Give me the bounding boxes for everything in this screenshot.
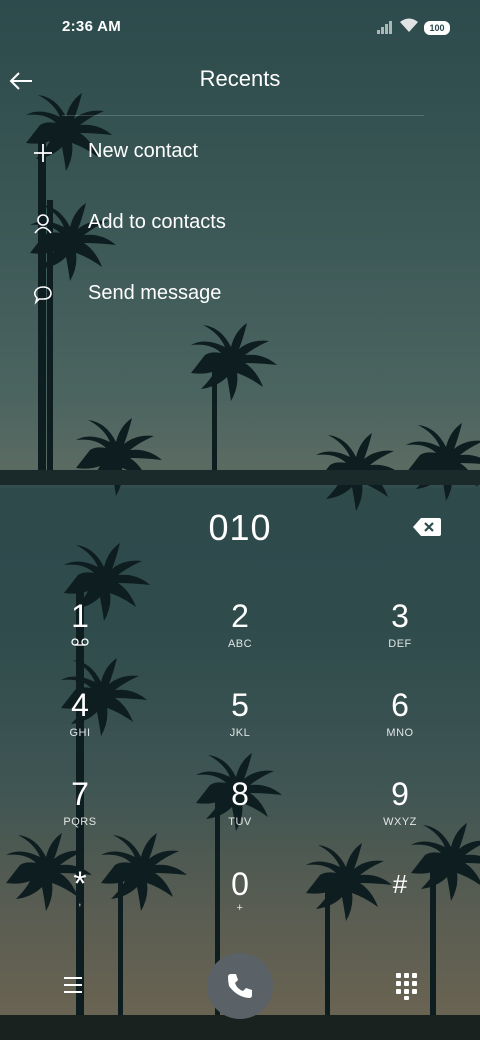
- key-4[interactable]: 4 GHI: [20, 687, 140, 767]
- key-0[interactable]: 0 +: [180, 866, 300, 946]
- key-3[interactable]: 3 DEF: [340, 598, 460, 678]
- key-9[interactable]: 9 WXYZ: [340, 776, 460, 856]
- backspace-icon[interactable]: [412, 515, 442, 539]
- menu-item-new-contact[interactable]: New contact: [0, 124, 480, 180]
- key-star[interactable]: * ,: [20, 866, 140, 946]
- voicemail-icon: [71, 638, 89, 646]
- message-bubble-icon: [33, 286, 52, 305]
- header-divider: [62, 115, 424, 116]
- key-hash[interactable]: #: [340, 866, 460, 946]
- menu-item-label: New contact: [88, 140, 199, 162]
- menu-item-label: Add to contacts: [88, 211, 226, 233]
- page-title: Recents: [199, 66, 281, 91]
- plus-icon: [34, 144, 52, 162]
- menu-icon[interactable]: [58, 970, 88, 1000]
- key-6[interactable]: 6 MNO: [340, 687, 460, 767]
- menu-item-add-to-contacts[interactable]: Add to contacts: [0, 195, 480, 251]
- keypad-grid-icon[interactable]: [393, 970, 421, 1000]
- call-button[interactable]: [207, 953, 273, 1019]
- key-7[interactable]: 7 PQRS: [20, 776, 140, 856]
- menu-item-label: Send message: [88, 282, 222, 304]
- key-8[interactable]: 8 TUV: [180, 776, 300, 856]
- phone-icon: [228, 974, 252, 998]
- key-1[interactable]: 1: [20, 598, 140, 678]
- dialed-number: 010: [208, 507, 272, 548]
- key-2[interactable]: 2 ABC: [180, 598, 300, 678]
- person-icon: [34, 214, 52, 234]
- key-5[interactable]: 5 JKL: [180, 687, 300, 767]
- header: Recents: [0, 0, 480, 130]
- menu-item-send-message[interactable]: Send message: [0, 266, 480, 322]
